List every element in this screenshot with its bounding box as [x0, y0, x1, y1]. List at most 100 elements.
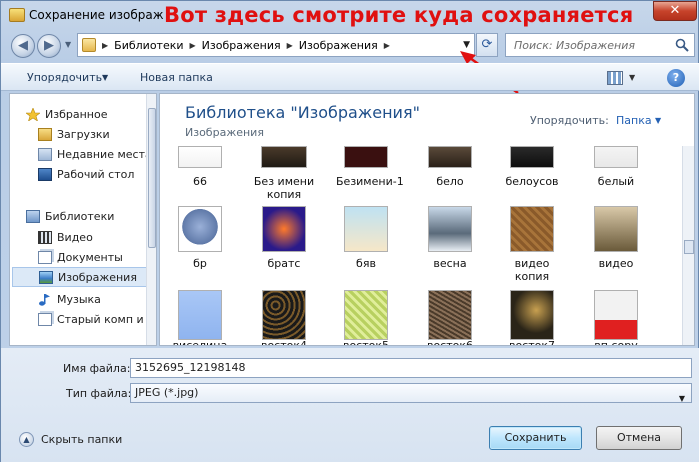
file-thumbnail[interactable]	[428, 146, 472, 168]
file-name-label[interactable]: восток4	[244, 339, 324, 345]
sidebar-item-documents[interactable]: Документы	[38, 247, 156, 267]
sidebar-item-label: Документы	[57, 250, 123, 264]
save-button[interactable]: Сохранить	[489, 426, 582, 450]
breadcrumb-separator-icon[interactable]: ▶	[102, 41, 108, 50]
filename-input[interactable]: 3152695_12198148	[130, 358, 692, 378]
navigation-pane: Избранное Загрузки Недавние места Рабочи…	[9, 93, 157, 346]
documents-library-icon	[38, 250, 52, 264]
recent-places-icon	[38, 147, 52, 161]
file-name-label[interactable]: бело	[410, 175, 490, 188]
file-list-scrollbar[interactable]	[682, 146, 694, 345]
sidebar-item-label: Загрузки	[57, 127, 110, 141]
sidebar-item-old-computer[interactable]: Старый комп и с	[38, 309, 156, 329]
cancel-button[interactable]: Отмена	[596, 426, 682, 450]
file-name-label[interactable]: восток7	[492, 339, 572, 345]
breadcrumb-libraries[interactable]: Библиотеки	[114, 39, 183, 52]
breadcrumb-separator-icon[interactable]: ▶	[287, 41, 293, 50]
file-thumbnail[interactable]	[344, 146, 388, 168]
breadcrumb-pictures-folder[interactable]: Изображения	[299, 39, 378, 52]
sidebar-scroll-thumb[interactable]	[148, 108, 156, 248]
file-thumbnail[interactable]	[510, 290, 554, 340]
file-thumbnail[interactable]	[510, 206, 554, 252]
breadcrumb-separator-icon[interactable]: ▶	[384, 41, 390, 50]
sidebar-item-label: Старый комп и с	[57, 312, 154, 326]
hide-folders-link[interactable]: Скрыть папки	[41, 433, 122, 446]
file-list-scroll-thumb[interactable]	[684, 240, 694, 254]
sidebar-item-libraries[interactable]: Библиотеки	[26, 206, 156, 226]
file-thumbnail[interactable]	[428, 290, 472, 340]
file-name-label[interactable]: видео	[576, 257, 656, 270]
file-thumbnail[interactable]	[178, 290, 222, 340]
sidebar-item-video[interactable]: Видео	[38, 227, 156, 247]
file-thumbnail[interactable]	[344, 206, 388, 252]
file-name-label[interactable]: видео копия	[507, 257, 557, 283]
sidebar-item-music[interactable]: Музыка	[38, 289, 156, 309]
annotation-text: Вот здесь смотрите куда сохраняется	[164, 3, 634, 27]
filetype-dropdown-icon[interactable]: ▼	[679, 390, 685, 408]
sidebar-item-pictures[interactable]: Изображения	[12, 267, 150, 287]
file-name-label[interactable]: Без имени копия	[249, 175, 319, 201]
file-name-label[interactable]: бр	[160, 257, 240, 270]
sidebar-item-favorites[interactable]: Избранное	[26, 104, 156, 124]
sidebar-item-downloads[interactable]: Загрузки	[38, 124, 156, 144]
address-bar[interactable]: ▶ Библиотеки ▶ Изображения ▶ Изображения…	[77, 33, 475, 57]
file-name-label[interactable]: бяв	[326, 257, 406, 270]
view-dropdown-icon[interactable]: ▼	[629, 73, 635, 82]
filetype-label: Тип файла:	[66, 387, 132, 400]
file-name-label[interactable]: восток6	[410, 339, 490, 345]
folder-app-icon	[9, 8, 25, 22]
file-name-label[interactable]: 66	[160, 175, 240, 188]
file-name-label[interactable]: восток5	[326, 339, 406, 345]
file-thumbnail[interactable]	[510, 146, 554, 168]
sidebar-scrollbar[interactable]	[146, 94, 156, 345]
file-name-label[interactable]: вп copy	[576, 339, 656, 345]
hide-folders-icon[interactable]: ▲	[19, 432, 34, 447]
file-thumbnail[interactable]	[594, 290, 638, 340]
forward-button[interactable]: ▶	[37, 34, 61, 58]
libraries-icon	[26, 209, 40, 223]
sidebar-item-label: Библиотеки	[45, 209, 115, 223]
breadcrumb-pictures[interactable]: Изображения	[202, 39, 281, 52]
library-title: Библиотека "Изображения"	[185, 103, 420, 122]
file-thumbnail[interactable]	[261, 146, 307, 168]
file-thumbnail[interactable]	[428, 206, 472, 252]
filetype-value: JPEG (*.jpg)	[135, 386, 199, 399]
file-thumbnail[interactable]	[344, 290, 388, 340]
filename-label: Имя файла:	[63, 362, 131, 375]
file-name-label[interactable]: весна	[410, 257, 490, 270]
arrange-by-dropdown[interactable]: Папка	[616, 114, 652, 127]
file-name-label[interactable]: виселица	[160, 339, 240, 345]
file-thumbnail[interactable]	[178, 146, 222, 168]
star-icon	[26, 107, 40, 121]
breadcrumb-separator-icon[interactable]: ▶	[190, 41, 196, 50]
file-thumbnail[interactable]	[594, 146, 638, 168]
window-title: Сохранение изображ	[29, 8, 164, 22]
file-thumbnail[interactable]	[262, 206, 306, 252]
sidebar-item-recent-places[interactable]: Недавние места	[38, 144, 156, 164]
view-options-icon[interactable]	[607, 71, 623, 85]
file-thumbnail[interactable]	[178, 206, 222, 252]
organize-button[interactable]: Упорядочить	[27, 71, 102, 84]
search-input[interactable]: Поиск: Изображения	[505, 33, 695, 57]
organize-dropdown-icon[interactable]: ▼	[102, 73, 108, 82]
sidebar-item-desktop[interactable]: Рабочий стол	[38, 164, 156, 184]
file-name-label[interactable]: Безимени-1	[336, 175, 404, 188]
filetype-select[interactable]: JPEG (*.jpg) ▼	[130, 383, 692, 403]
library-subtitle: Изображения	[185, 126, 264, 139]
old-computer-folder-icon	[38, 312, 52, 326]
file-name-label[interactable]: белый	[576, 175, 656, 188]
close-button[interactable]: ✕	[653, 1, 697, 21]
back-button[interactable]: ◀	[11, 34, 35, 58]
file-name-label[interactable]: братс	[244, 257, 324, 270]
arrange-by-label: Упорядочить:	[530, 114, 609, 127]
file-name-label[interactable]: белоусов	[492, 175, 572, 188]
recent-pages-chevron-icon[interactable]: ▼	[65, 40, 71, 49]
new-folder-button[interactable]: Новая папка	[140, 71, 213, 84]
sidebar-item-label: Рабочий стол	[57, 167, 135, 181]
file-thumbnail[interactable]	[594, 206, 638, 252]
file-thumbnail[interactable]	[262, 290, 306, 340]
arrange-dropdown-icon[interactable]: ▼	[655, 116, 661, 125]
music-library-icon	[39, 293, 50, 306]
sidebar-item-label: Видео	[57, 230, 93, 244]
help-button[interactable]: ?	[667, 69, 685, 87]
